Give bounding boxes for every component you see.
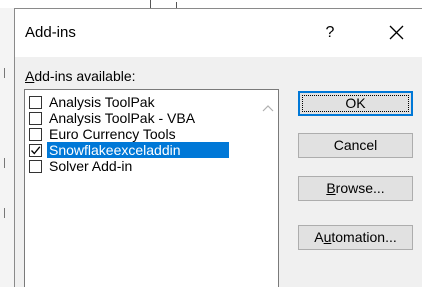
dialog-title: Add-ins <box>25 24 76 41</box>
help-button[interactable]: ? <box>315 21 345 45</box>
add-ins-listbox[interactable]: Analysis ToolPak Analysis ToolPak - VBA … <box>24 89 279 287</box>
list-item[interactable]: Analysis ToolPak <box>27 94 157 110</box>
background-tick <box>4 68 5 78</box>
list-item[interactable]: Analysis ToolPak - VBA <box>27 110 197 126</box>
dialog-titlebar: Add-ins ? <box>15 9 422 57</box>
cancel-button-label: Cancel <box>333 137 378 153</box>
list-item-label: Solver Add-in <box>49 158 133 174</box>
list-item-label: Analysis ToolPak - VBA <box>49 110 196 126</box>
list-item-label: Analysis ToolPak <box>49 94 155 110</box>
ok-button-label: OK <box>345 95 366 111</box>
list-item[interactable]: Solver Add-in <box>27 158 134 174</box>
screen: Add-ins ? Add-ins available: Analysis To… <box>0 0 422 287</box>
browse-button[interactable]: Browse... <box>298 176 413 201</box>
chevron-up-icon <box>262 105 274 112</box>
browse-button-label: Browse... <box>326 180 385 196</box>
automation-button-label: Automation... <box>314 229 397 245</box>
close-button[interactable] <box>381 19 411 47</box>
list-item-selected[interactable]: Snowflakeexceladdin <box>27 142 229 158</box>
checkmark-icon <box>31 145 41 154</box>
checkbox[interactable] <box>29 111 42 125</box>
ok-button[interactable]: OK <box>298 91 413 116</box>
background-tick <box>4 158 5 168</box>
checkbox[interactable] <box>29 159 42 173</box>
background-sheet-edge <box>0 8 14 287</box>
cancel-button[interactable]: Cancel <box>298 133 413 158</box>
checkbox-checked[interactable] <box>29 143 42 157</box>
list-item-label: Snowflakeexceladdin <box>47 142 229 158</box>
add-ins-available-label: Add-ins available: <box>25 68 136 84</box>
checkbox[interactable] <box>29 95 42 109</box>
checkbox[interactable] <box>29 127 42 141</box>
automation-button[interactable]: Automation... <box>298 225 413 250</box>
background-tick <box>4 208 5 218</box>
add-ins-dialog: Add-ins ? Add-ins available: Analysis To… <box>14 8 422 287</box>
close-icon <box>389 25 403 40</box>
scroll-up-button[interactable] <box>261 102 275 114</box>
list-item[interactable]: Euro Currency Tools <box>27 126 178 142</box>
list-item-label: Euro Currency Tools <box>49 126 176 142</box>
